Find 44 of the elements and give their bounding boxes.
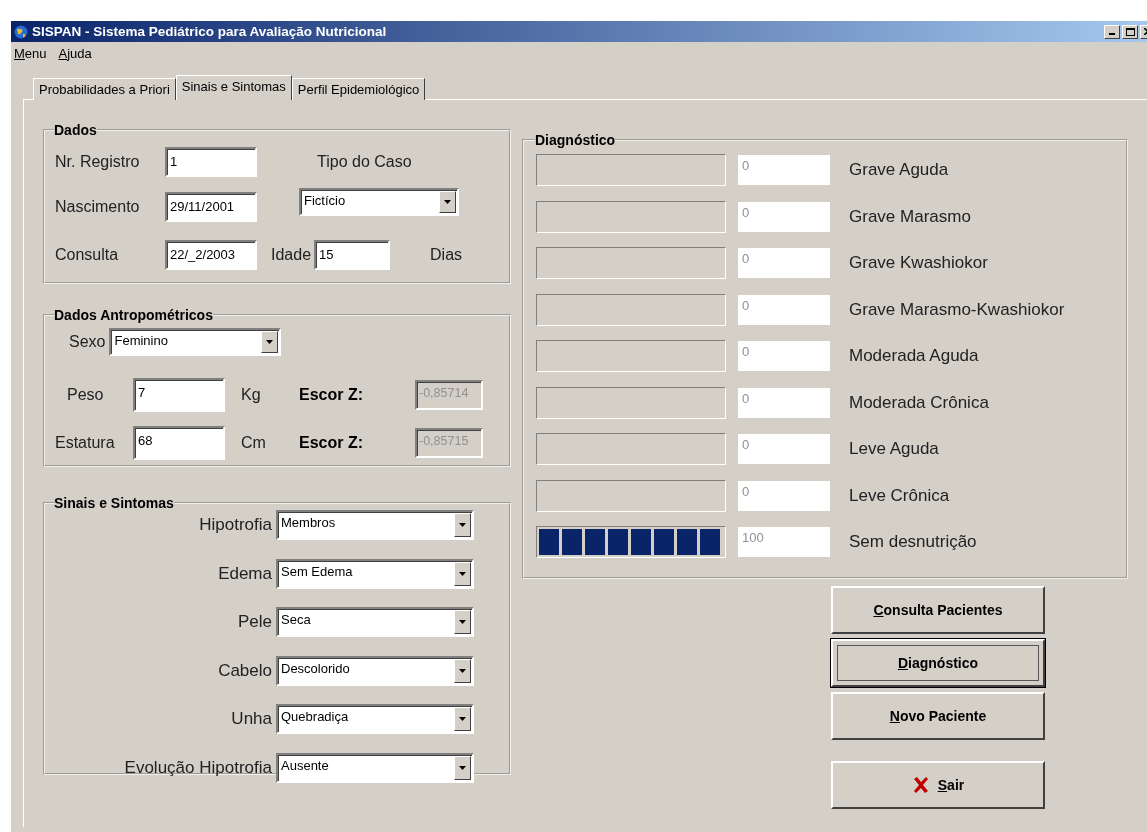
diagnosis-label: Grave Kwashiokor <box>849 253 988 274</box>
unit-label: Dias <box>430 246 463 264</box>
field-label: Peso <box>66 386 105 404</box>
value-field: 0 <box>738 480 830 511</box>
value-field: 0 <box>738 341 830 372</box>
field-label: Hipotrofia <box>199 515 272 536</box>
diagnosis-label: Grave Marasmo-Kwashiokor <box>849 299 1065 320</box>
score-label: Escor Z: <box>299 386 364 404</box>
value-field: 0 <box>738 294 830 325</box>
window-title: SISPAN - Sistema Pediátrico para Avaliação Nutricional <box>32 24 388 39</box>
field-label: Edema <box>218 563 272 584</box>
field-label: Unha <box>231 709 272 730</box>
value-field: 0 <box>738 201 830 232</box>
value-field: 0 <box>738 248 830 279</box>
diagnosis-label: Moderada Crônica <box>849 392 989 413</box>
group-title: Dados Antropométricos <box>54 307 213 323</box>
field-label: Pele <box>237 612 272 633</box>
group-title: Sinais e Sintomas <box>54 495 174 511</box>
value-field: 0 <box>738 155 830 186</box>
field-label: Consulta <box>55 246 120 264</box>
unit-label: Cm <box>241 434 267 452</box>
diagnosis-label: Grave Marasmo <box>849 206 971 227</box>
diagnosis-label: Leve Crônica <box>849 485 950 506</box>
score-field: -0,85714 <box>415 380 483 410</box>
diagnosis-label: Grave Aguda <box>849 160 949 181</box>
unit-label: Kg <box>241 386 262 404</box>
value-field: 0 <box>738 434 830 465</box>
diagnosis-label: Sem desnutrição <box>849 532 977 553</box>
diagnosis-label: Moderada Aguda <box>849 346 979 367</box>
field-label: Sexo <box>69 333 106 351</box>
group-title: Dados <box>54 122 97 138</box>
field-label: Nr. Registro <box>55 153 141 171</box>
field-label: Tipo do Caso <box>317 153 412 171</box>
score-field: -0,85715 <box>415 428 483 458</box>
field-label: Evolução Hipotrofia <box>124 757 272 778</box>
field-label: Cabelo <box>218 660 272 681</box>
field-label: Estatura <box>55 434 116 452</box>
diagnosis-label: Leve Aguda <box>849 439 939 460</box>
field-label: Idade <box>271 246 312 264</box>
score-label: Escor Z: <box>299 434 364 452</box>
group-title: Diagnóstico <box>535 132 616 148</box>
value-field: 0 <box>738 387 830 418</box>
field-label: Nascimento <box>55 198 141 216</box>
value-field: 100 <box>738 527 830 558</box>
